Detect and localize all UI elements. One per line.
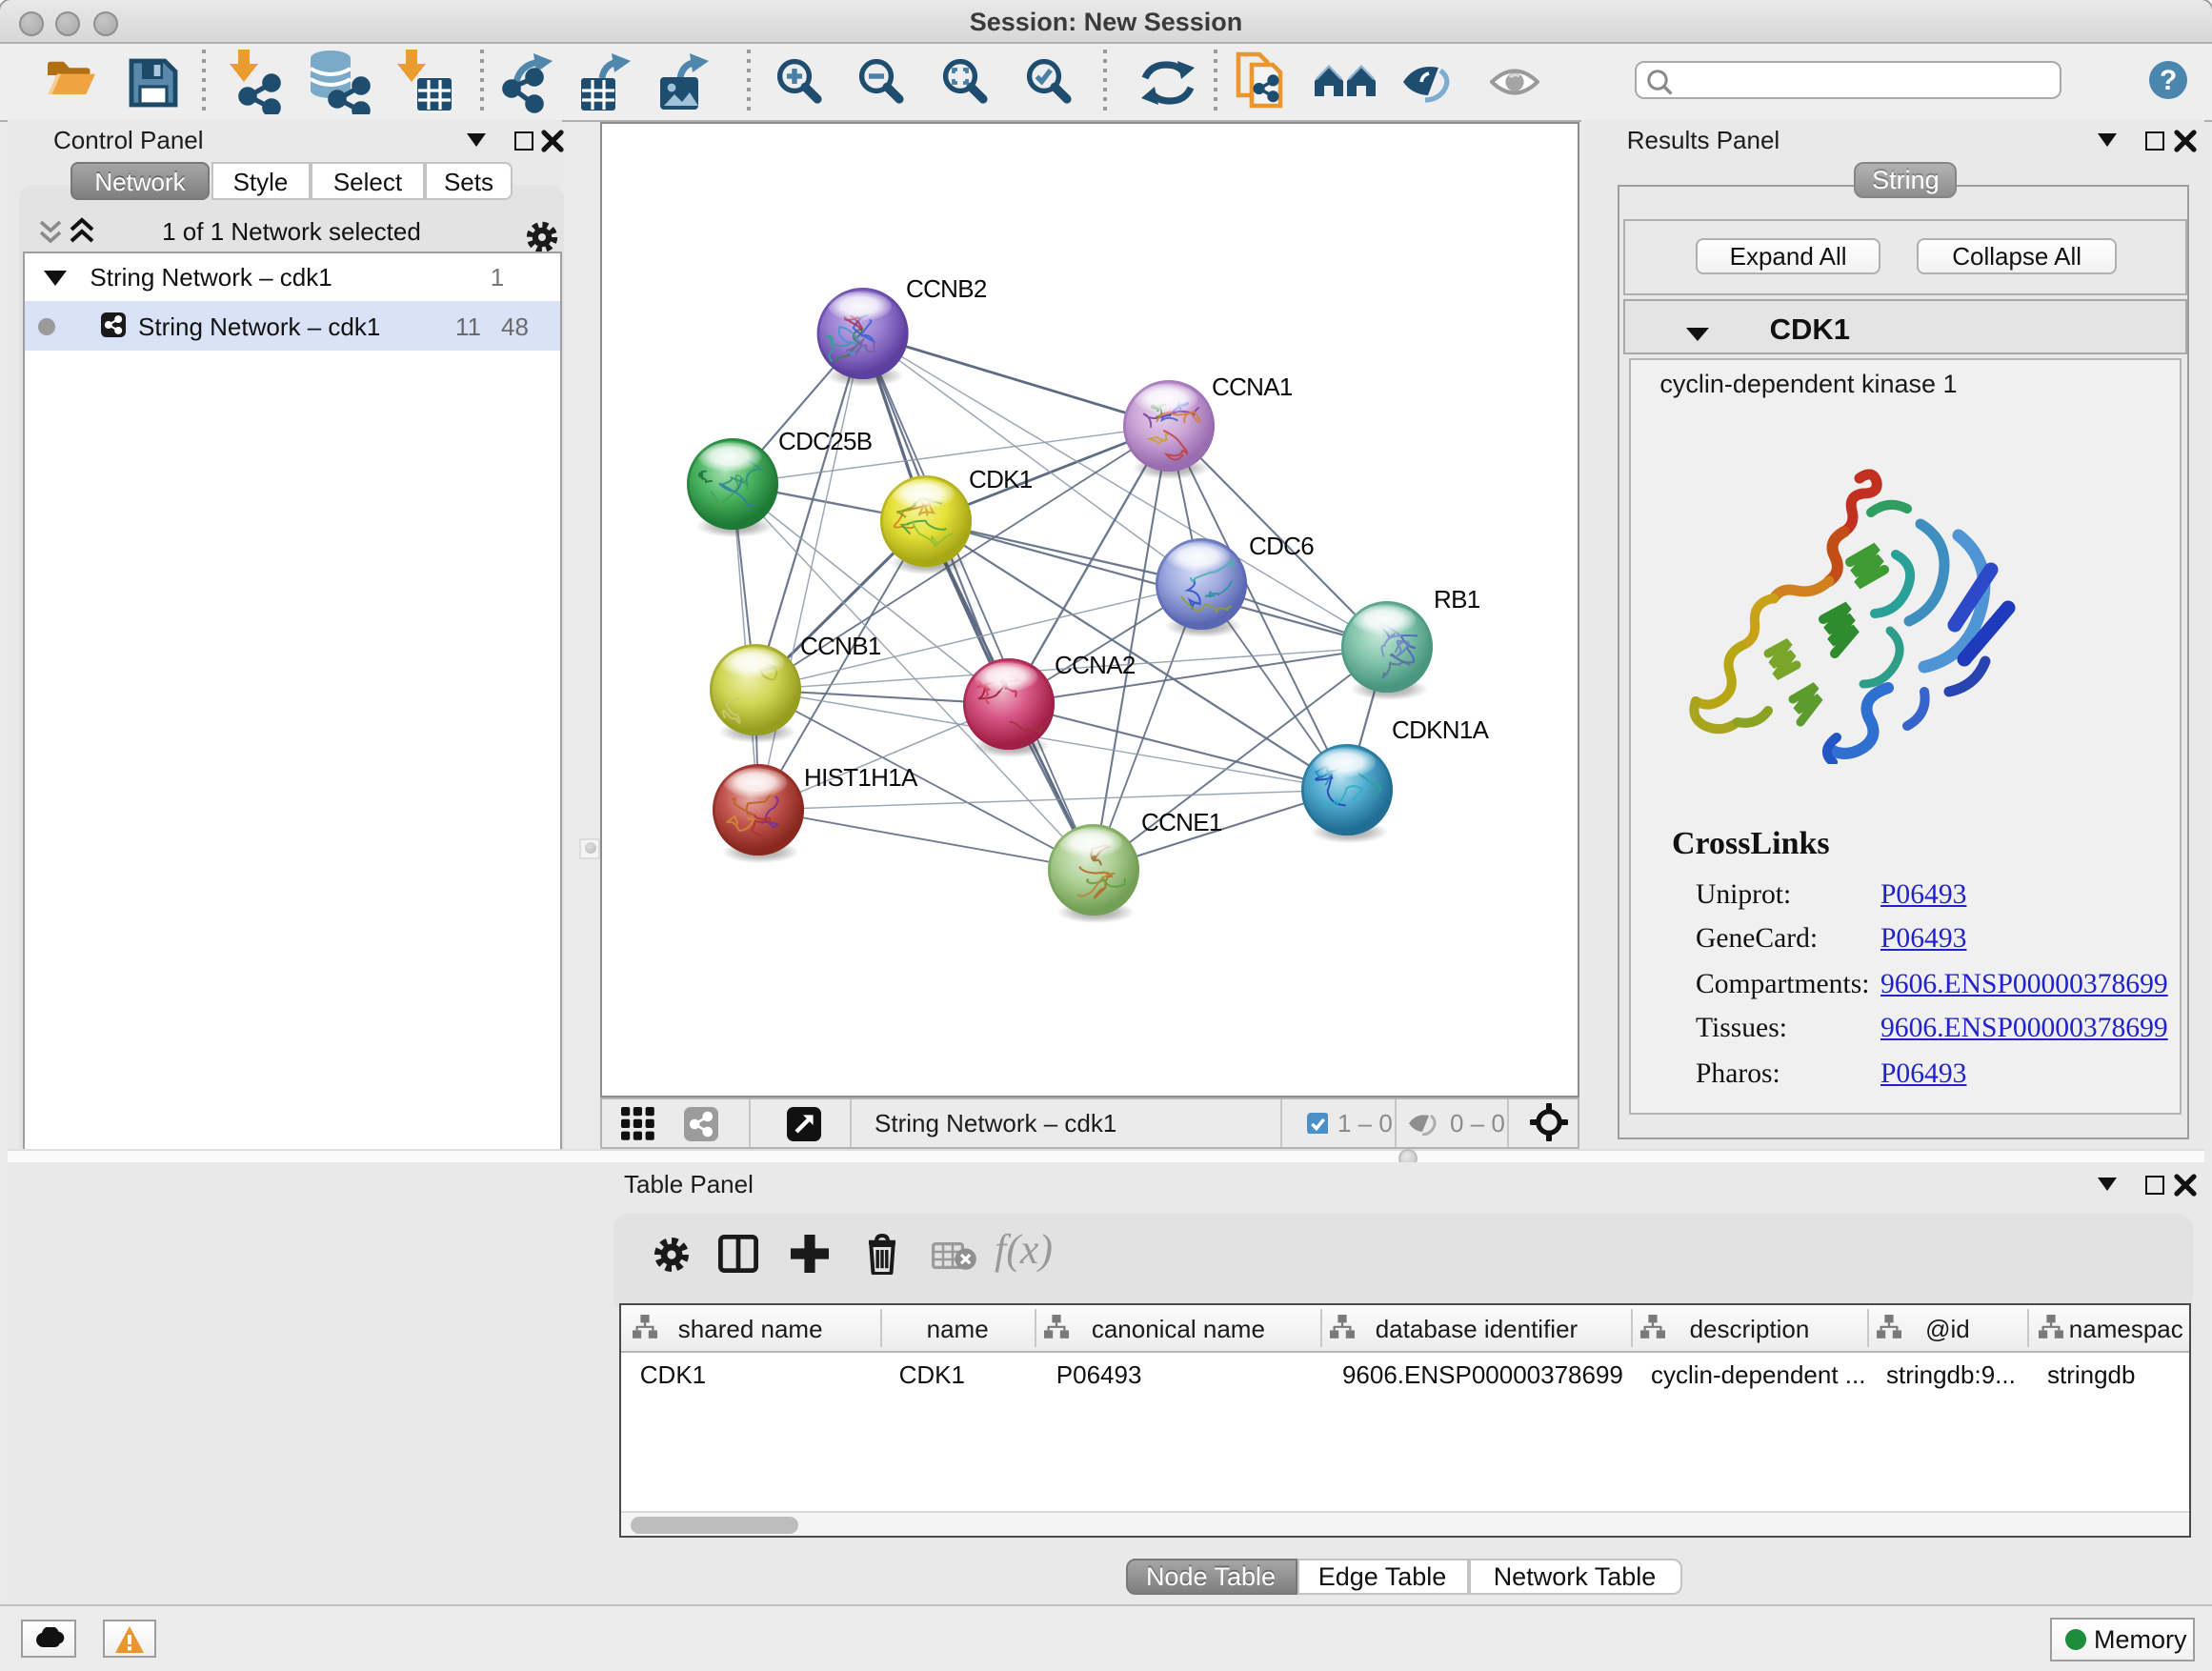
svg-text:CCNB1: CCNB1 [799, 631, 880, 659]
svg-text:CCNE1: CCNE1 [1140, 807, 1221, 836]
svg-text:CCNB2: CCNB2 [905, 273, 986, 302]
svg-text:CDKN1A: CDKN1A [1391, 715, 1489, 743]
svg-text:CDK1: CDK1 [968, 464, 1032, 493]
svg-text:RB1: RB1 [1433, 584, 1479, 613]
svg-text:CCNA2: CCNA2 [1054, 650, 1135, 678]
svg-text:HIST1H1A: HIST1H1A [803, 762, 917, 791]
svg-text:CCNA1: CCNA1 [1211, 372, 1292, 400]
svg-text:CDC6: CDC6 [1248, 531, 1313, 559]
svg-text:CDC25B: CDC25B [777, 426, 871, 454]
